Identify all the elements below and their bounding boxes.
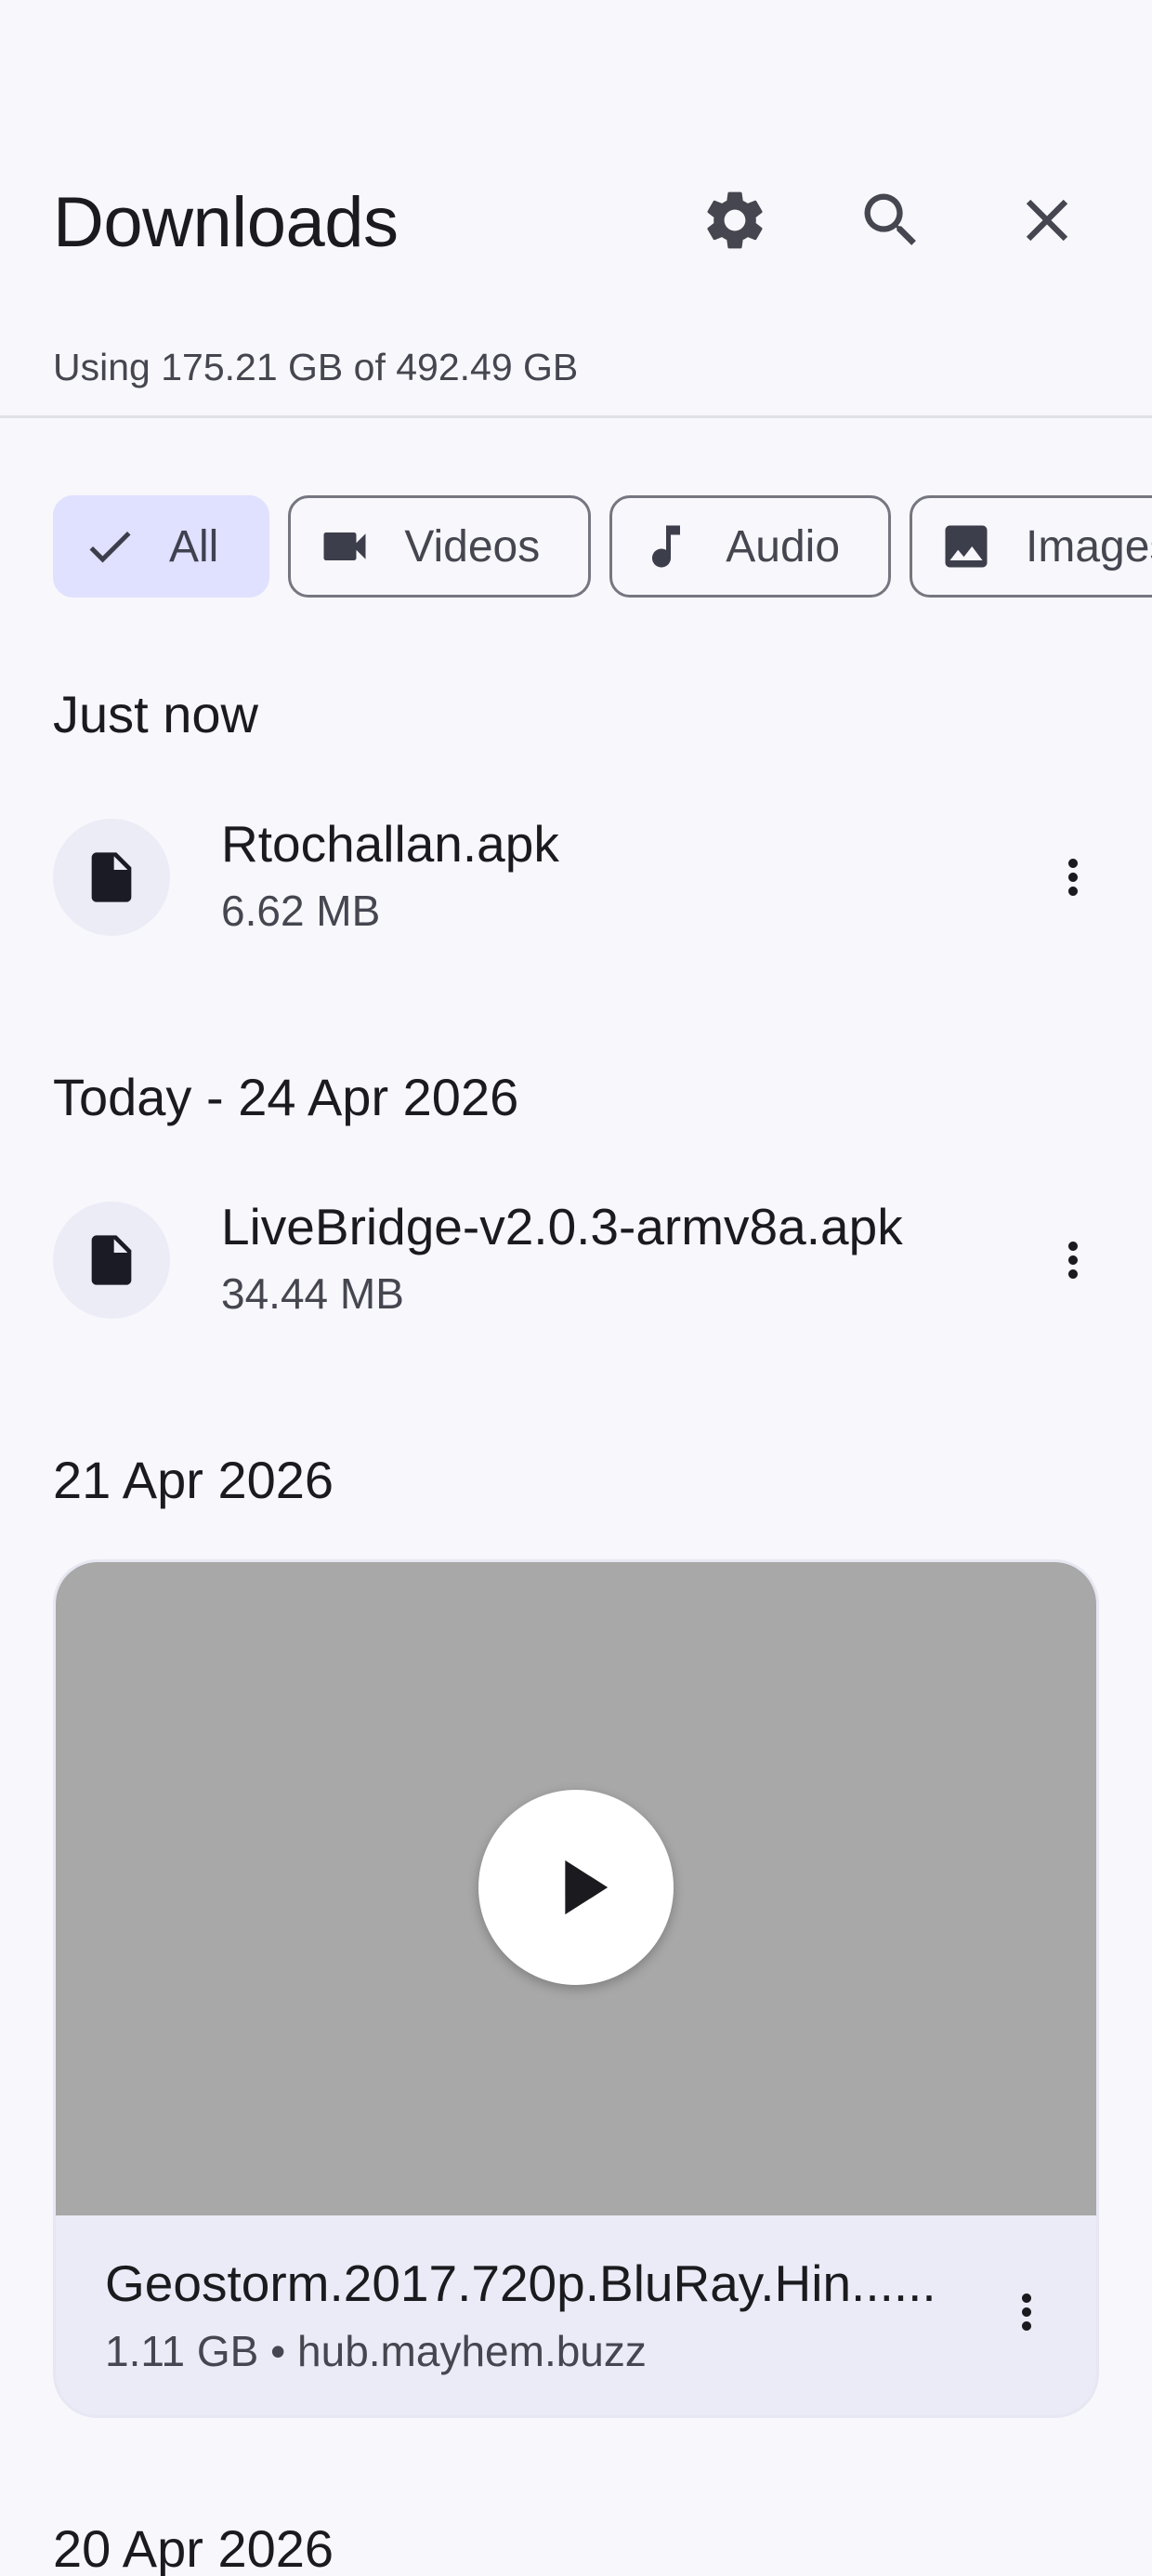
filter-chip-label: Videos — [404, 521, 541, 572]
filter-chip-group: All Videos Audio Images — [53, 495, 1152, 598]
filter-chip-all[interactable]: All — [53, 495, 270, 598]
file-name: LiveBridge-v2.0.3-armv8a.apk — [221, 1198, 903, 1255]
music-note-icon — [652, 525, 681, 568]
section-header-just-now: Just now — [53, 685, 258, 743]
image-icon — [945, 525, 988, 568]
play-icon — [565, 1860, 609, 1915]
filter-chip-label: Audio — [726, 521, 841, 572]
more-options-button[interactable] — [1031, 1209, 1115, 1311]
settings-icon — [707, 191, 763, 249]
list-item[interactable]: Rtochallan.apk 6.62 MB — [0, 815, 1152, 977]
filter-chip-videos[interactable]: Videos — [288, 495, 592, 598]
filter-chip-label: All — [169, 521, 219, 572]
filter-chip-label: Images — [1026, 521, 1152, 572]
file-icon-container — [53, 1202, 170, 1319]
file-size: 34.44 MB — [221, 1269, 404, 1318]
file-size: 6.62 MB — [221, 887, 381, 935]
file-name: Rtochallan.apk — [221, 815, 559, 873]
video-thumbnail[interactable] — [56, 1562, 1096, 2215]
videocam-icon — [323, 532, 366, 560]
filter-chip-images[interactable]: Images — [910, 495, 1152, 598]
page-title: Downloads — [53, 183, 399, 262]
header-divider — [0, 415, 1152, 418]
settings-button[interactable] — [684, 169, 786, 271]
file-icon-container — [53, 819, 170, 936]
video-file-meta: 1.11 GB • hub.mayhem.buzz — [105, 2327, 647, 2375]
section-header-21-apr: 21 Apr 2026 — [53, 1451, 334, 1509]
filter-chip-audio[interactable]: Audio — [609, 495, 892, 598]
search-icon — [864, 193, 916, 245]
storage-usage-text: Using 175.21 GB of 492.49 GB — [53, 346, 579, 388]
section-header-20-apr: 20 Apr 2026 — [53, 2519, 334, 2576]
play-button[interactable] — [478, 1790, 674, 1985]
more-vert-icon — [1022, 2293, 1031, 2331]
section-header-today: Today - 24 Apr 2026 — [53, 1068, 519, 1126]
more-options-button[interactable] — [1031, 826, 1115, 928]
check-icon — [89, 531, 131, 563]
close-icon — [1026, 199, 1068, 242]
list-item[interactable]: LiveBridge-v2.0.3-armv8a.apk 34.44 MB — [0, 1198, 1152, 1360]
more-vert-icon — [1068, 1242, 1078, 1279]
search-button[interactable] — [840, 169, 942, 271]
file-icon — [91, 852, 132, 902]
more-options-button[interactable] — [985, 2261, 1068, 2363]
downloads-page: Downloads Using 175.21 GB of 492.49 GB A… — [0, 0, 1152, 2576]
video-card[interactable]: Geostorm.2017.720p.BluRay.Hin...... 1.11… — [53, 1559, 1099, 2418]
close-button[interactable] — [996, 169, 1098, 271]
video-file-name: Geostorm.2017.720p.BluRay.Hin...... — [105, 2254, 936, 2312]
more-vert-icon — [1068, 859, 1078, 896]
file-icon — [91, 1235, 132, 1285]
